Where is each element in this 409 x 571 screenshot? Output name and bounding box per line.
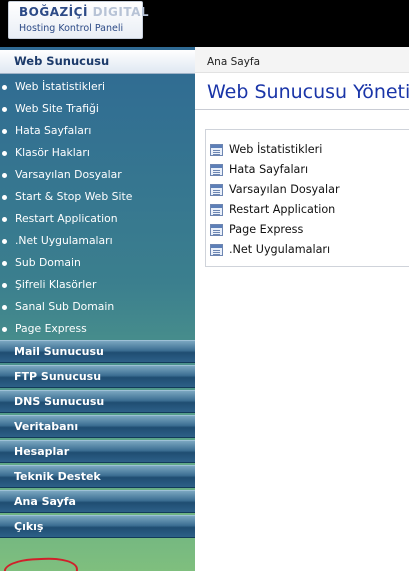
section-dns-sunucusu[interactable]: DNS Sunucusu (0, 390, 195, 413)
breadcrumb-bar: Ana Sayfa (195, 47, 409, 73)
document-list-icon (210, 164, 223, 176)
sidebar-item-label: Restart Application (15, 212, 118, 225)
bullet-icon (2, 305, 7, 310)
link-label: Web İstatistikleri (229, 143, 323, 156)
sidebar-item-restart-application[interactable]: Restart Application (0, 209, 195, 231)
logout-button[interactable]: Çıkış (0, 515, 195, 538)
section-hesaplar[interactable]: Hesaplar (0, 440, 195, 463)
document-list-icon (210, 244, 223, 256)
sidebar-item-web-istatistikleri[interactable]: Web İstatistikleri (0, 77, 195, 99)
sidebar-item-label: Sub Domain (15, 256, 81, 269)
link-label: .Net Uygulamaları (229, 243, 331, 256)
logo-wordmark: BOĞAZİÇİ DIGITAL (19, 5, 149, 19)
section-veritabani[interactable]: Veritabanı (0, 415, 195, 438)
header-bar: BOĞAZİÇİ DIGITAL Hosting Kontrol Paneli (0, 0, 409, 47)
section-label: Veritabanı (14, 420, 79, 433)
highlight-circle-annotation (3, 556, 79, 571)
bullet-icon (2, 327, 7, 332)
sidebar-item-start-stop-web-site[interactable]: Start & Stop Web Site (0, 187, 195, 209)
section-ftp-sunucusu[interactable]: FTP Sunucusu (0, 365, 195, 388)
bullet-icon (2, 173, 7, 178)
bullet-icon (2, 85, 7, 90)
link-net-uygulamalari[interactable]: .Net Uygulamaları (206, 240, 409, 260)
link-label: Hata Sayfaları (229, 163, 309, 176)
sidebar-item-label: Web Site Trafiği (15, 102, 99, 115)
section-web-sunucusu[interactable]: Web Sunucusu (0, 50, 195, 74)
sidebar-item-label: .Net Uygulamaları (15, 234, 113, 247)
section-label: DNS Sunucusu (14, 395, 105, 408)
sidebar-item-sanal-sub-domain[interactable]: Sanal Sub Domain (0, 297, 195, 319)
section-menu: Mail Sunucusu FTP Sunucusu DNS Sunucusu … (0, 340, 195, 571)
web-sunucusu-submenu: Web İstatistikleri Web Site Trafiği Hata… (0, 77, 195, 341)
page-title: Web Sunucusu Yöneti (207, 81, 409, 103)
sidebar-item-label: Sanal Sub Domain (15, 300, 115, 313)
logo-primary: BOĞAZİÇİ (19, 5, 88, 19)
sidebar-item-label: Varsayılan Dosyalar (15, 168, 122, 181)
sidebar-item-sifreli-klasorler[interactable]: Şifreli Klasörler (0, 275, 195, 297)
title-divider (195, 109, 409, 110)
document-list-icon (210, 144, 223, 156)
document-list-icon (210, 184, 223, 196)
bullet-icon (2, 151, 7, 156)
link-restart-application[interactable]: Restart Application (206, 200, 409, 220)
sidebar-item-sub-domain[interactable]: Sub Domain (0, 253, 195, 275)
section-label: Mail Sunucusu (14, 345, 104, 358)
section-label: Teknik Destek (14, 470, 101, 483)
link-label: Page Express (229, 223, 304, 236)
section-label: FTP Sunucusu (14, 370, 102, 383)
sidebar: Web Sunucusu Web İstatistikleri Web Site… (0, 47, 195, 571)
section-label: Hesaplar (14, 445, 70, 458)
section-teknik-destek[interactable]: Teknik Destek (0, 465, 195, 488)
bullet-icon (2, 239, 7, 244)
section-label: Web Sunucusu (14, 54, 110, 68)
logo-subtitle: Hosting Kontrol Paneli (19, 23, 124, 34)
section-label: Çıkış (14, 520, 44, 533)
sidebar-item-varsayilan-dosyalar[interactable]: Varsayılan Dosyalar (0, 165, 195, 187)
brand-logo[interactable]: BOĞAZİÇİ DIGITAL Hosting Kontrol Paneli (8, 1, 149, 39)
sidebar-item-label: Klasör Hakları (15, 146, 90, 159)
sidebar-item-hata-sayfalari[interactable]: Hata Sayfaları (0, 121, 195, 143)
section-label: Ana Sayfa (14, 495, 76, 508)
bullet-icon (2, 129, 7, 134)
section-mail-sunucusu[interactable]: Mail Sunucusu (0, 340, 195, 363)
document-list-icon (210, 204, 223, 216)
sidebar-item-label: Hata Sayfaları (15, 124, 92, 137)
bullet-icon (2, 217, 7, 222)
bullet-icon (2, 283, 7, 288)
main-content: Ana Sayfa Web Sunucusu Yöneti Web İstati… (195, 47, 409, 571)
sidebar-item-label: Web İstatistikleri (15, 80, 106, 93)
sidebar-item-klasor-haklari[interactable]: Klasör Hakları (0, 143, 195, 165)
section-ana-sayfa[interactable]: Ana Sayfa (0, 490, 195, 513)
logo-accent: DIGITAL (92, 5, 150, 19)
breadcrumb[interactable]: Ana Sayfa (207, 56, 260, 68)
sidebar-item-label: Start & Stop Web Site (15, 190, 133, 203)
sidebar-item-label: Şifreli Klasörler (15, 278, 97, 291)
bullet-icon (2, 195, 7, 200)
link-varsayilan-dosyalar[interactable]: Varsayılan Dosyalar (206, 180, 409, 200)
link-label: Restart Application (229, 203, 336, 216)
bullet-icon (2, 107, 7, 112)
quick-links-panel: Web İstatistikleri Hata Sayfaları Varsay… (205, 129, 409, 267)
link-hata-sayfalari[interactable]: Hata Sayfaları (206, 160, 409, 180)
sidebar-item-label: Page Express (15, 322, 87, 335)
link-label: Varsayılan Dosyalar (229, 183, 340, 196)
bullet-icon (2, 261, 7, 266)
link-web-istatistikleri[interactable]: Web İstatistikleri (206, 140, 409, 160)
sidebar-item-page-express[interactable]: Page Express (0, 319, 195, 341)
sidebar-item-web-site-trafigi[interactable]: Web Site Trafiği (0, 99, 195, 121)
document-list-icon (210, 224, 223, 236)
sidebar-item-net-uygulamalari[interactable]: .Net Uygulamaları (0, 231, 195, 253)
link-page-express[interactable]: Page Express (206, 220, 409, 240)
